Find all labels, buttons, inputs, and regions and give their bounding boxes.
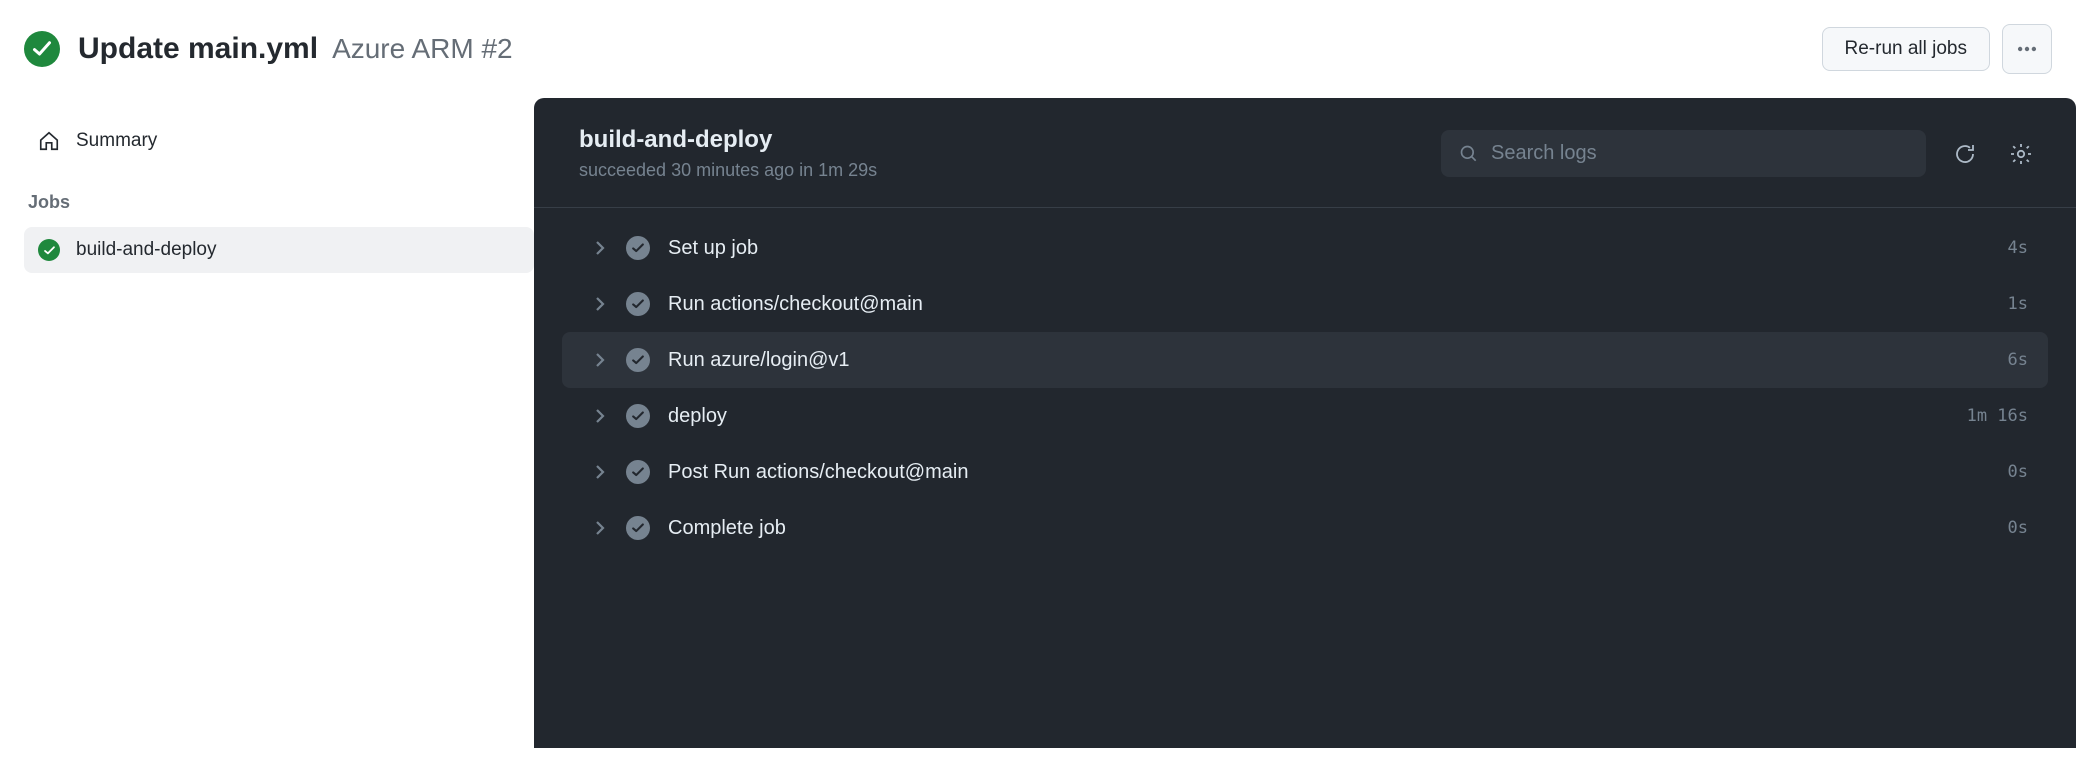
sidebar: Summary Jobs build-and-deploy bbox=[24, 98, 534, 748]
sidebar-jobs-heading: Jobs bbox=[24, 164, 534, 227]
refresh-icon bbox=[1953, 142, 1977, 166]
step-duration: 1m 16s bbox=[1967, 406, 2028, 426]
step-success-icon bbox=[626, 236, 650, 260]
log-panel-titles: build-and-deploy succeeded 30 minutes ag… bbox=[579, 126, 877, 181]
step-duration: 6s bbox=[2008, 350, 2028, 370]
job-title: build-and-deploy bbox=[579, 126, 877, 154]
log-panel-tools bbox=[1441, 130, 2038, 177]
step-duration: 1s bbox=[2008, 294, 2028, 314]
header-actions: Re-run all jobs bbox=[1822, 24, 2053, 74]
chevron-right-icon bbox=[592, 296, 608, 312]
step-label: Set up job bbox=[668, 237, 1990, 260]
chevron-right-icon bbox=[592, 240, 608, 256]
page-body: Summary Jobs build-and-deploy build-and-… bbox=[0, 98, 2076, 748]
settings-button[interactable] bbox=[2004, 137, 2038, 171]
gear-icon bbox=[2009, 142, 2033, 166]
step-success-icon bbox=[626, 292, 650, 316]
run-workflow-name: Azure ARM #2 bbox=[332, 33, 513, 65]
step-row[interactable]: Run azure/login@v1 6s bbox=[562, 332, 2048, 388]
step-success-icon bbox=[626, 348, 650, 372]
sidebar-job-item[interactable]: build-and-deploy bbox=[24, 227, 534, 273]
search-icon bbox=[1459, 144, 1479, 164]
run-status-success-icon bbox=[24, 31, 60, 67]
step-label: Post Run actions/checkout@main bbox=[668, 461, 1990, 484]
step-row[interactable]: Run actions/checkout@main 1s bbox=[562, 276, 2048, 332]
run-commit-title: Update main.yml bbox=[78, 32, 318, 66]
step-success-icon bbox=[626, 404, 650, 428]
step-label: Run actions/checkout@main bbox=[668, 293, 1990, 316]
search-logs-wrap[interactable] bbox=[1441, 130, 1926, 177]
step-row[interactable]: Complete job 0s bbox=[562, 500, 2048, 556]
step-success-icon bbox=[626, 460, 650, 484]
chevron-right-icon bbox=[592, 520, 608, 536]
sidebar-job-label: build-and-deploy bbox=[76, 239, 217, 261]
step-row[interactable]: Post Run actions/checkout@main 0s bbox=[562, 444, 2048, 500]
log-panel: build-and-deploy succeeded 30 minutes ag… bbox=[534, 98, 2076, 748]
log-panel-header: build-and-deploy succeeded 30 minutes ag… bbox=[534, 98, 2076, 208]
step-label: deploy bbox=[668, 405, 1949, 428]
chevron-right-icon bbox=[592, 408, 608, 424]
step-row[interactable]: Set up job 4s bbox=[562, 220, 2048, 276]
kebab-icon bbox=[2016, 38, 2038, 60]
header-left: Update main.yml Azure ARM #2 bbox=[24, 31, 513, 67]
step-row[interactable]: deploy 1m 16s bbox=[562, 388, 2048, 444]
step-duration: 0s bbox=[2008, 462, 2028, 482]
refresh-button[interactable] bbox=[1948, 137, 1982, 171]
chevron-right-icon bbox=[592, 352, 608, 368]
job-success-icon bbox=[38, 239, 60, 261]
step-success-icon bbox=[626, 516, 650, 540]
sidebar-summary-label: Summary bbox=[76, 130, 157, 152]
steps-list: Set up job 4s Run actions/checkout@main … bbox=[534, 208, 2076, 568]
chevron-right-icon bbox=[592, 464, 608, 480]
step-duration: 4s bbox=[2008, 238, 2028, 258]
step-label: Run azure/login@v1 bbox=[668, 349, 1990, 372]
run-title: Update main.yml Azure ARM #2 bbox=[78, 32, 513, 66]
rerun-all-jobs-button[interactable]: Re-run all jobs bbox=[1822, 27, 1991, 71]
home-icon bbox=[38, 130, 60, 152]
page-header: Update main.yml Azure ARM #2 Re-run all … bbox=[0, 0, 2076, 98]
step-label: Complete job bbox=[668, 517, 1990, 540]
more-actions-button[interactable] bbox=[2002, 24, 2052, 74]
sidebar-summary[interactable]: Summary bbox=[24, 118, 534, 164]
job-subtitle: succeeded 30 minutes ago in 1m 29s bbox=[579, 160, 877, 181]
search-logs-input[interactable] bbox=[1491, 142, 1908, 165]
step-duration: 0s bbox=[2008, 518, 2028, 538]
